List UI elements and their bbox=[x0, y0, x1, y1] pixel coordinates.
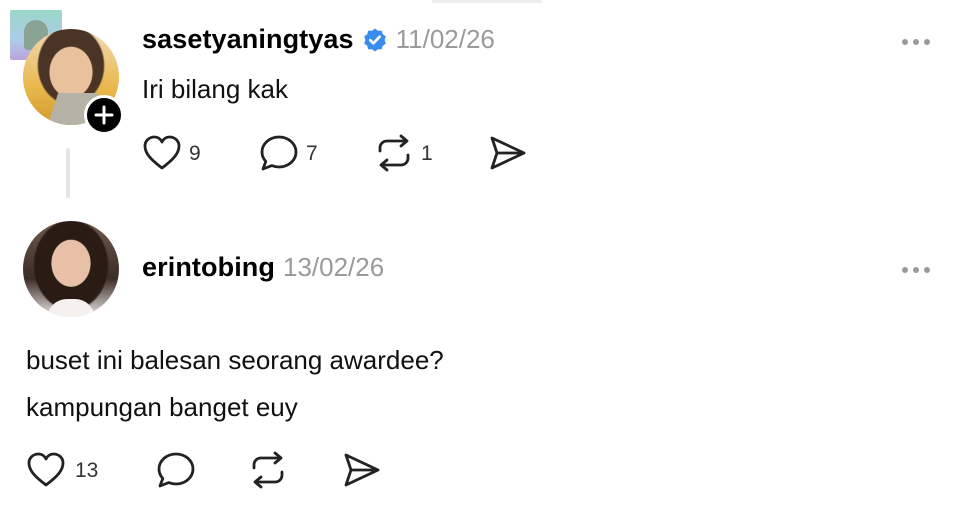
send-icon[interactable] bbox=[488, 134, 528, 172]
comment-bubble-icon[interactable] bbox=[155, 450, 197, 490]
post-text: Iri bilang kak bbox=[142, 74, 288, 104]
avatar[interactable] bbox=[23, 221, 119, 317]
username[interactable]: sasetyaningtyas bbox=[142, 24, 354, 55]
comment-bubble-icon[interactable] bbox=[258, 133, 300, 173]
post-text-line: buset ini balesan seorang awardee? bbox=[26, 345, 444, 375]
post-date: 13/02/26 bbox=[282, 252, 385, 282]
post-date: 11/02/26 bbox=[395, 24, 495, 54]
top-divider bbox=[432, 0, 542, 3]
repost-count: 1 bbox=[421, 142, 433, 165]
heart-icon[interactable] bbox=[142, 134, 182, 172]
verified-badge-icon bbox=[362, 27, 388, 53]
more-options-icon[interactable] bbox=[902, 267, 930, 273]
follow-button[interactable] bbox=[84, 95, 124, 135]
post-text-line: kampungan banget euy bbox=[26, 392, 298, 422]
repost-icon[interactable] bbox=[373, 134, 415, 172]
like-count: 9 bbox=[189, 142, 201, 165]
post-header: erintobing 13/02/26 bbox=[142, 252, 384, 283]
post-header: sasetyaningtyas 11/02/26 bbox=[142, 24, 495, 55]
username[interactable]: erintobing bbox=[142, 252, 275, 283]
thread-line bbox=[66, 148, 70, 198]
plus-icon bbox=[94, 105, 114, 125]
send-icon[interactable] bbox=[342, 451, 382, 489]
reply-count: 7 bbox=[306, 142, 318, 165]
repost-icon[interactable] bbox=[247, 451, 289, 489]
like-count: 13 bbox=[75, 459, 99, 482]
heart-icon[interactable] bbox=[26, 451, 66, 489]
more-options-icon[interactable] bbox=[902, 39, 930, 45]
